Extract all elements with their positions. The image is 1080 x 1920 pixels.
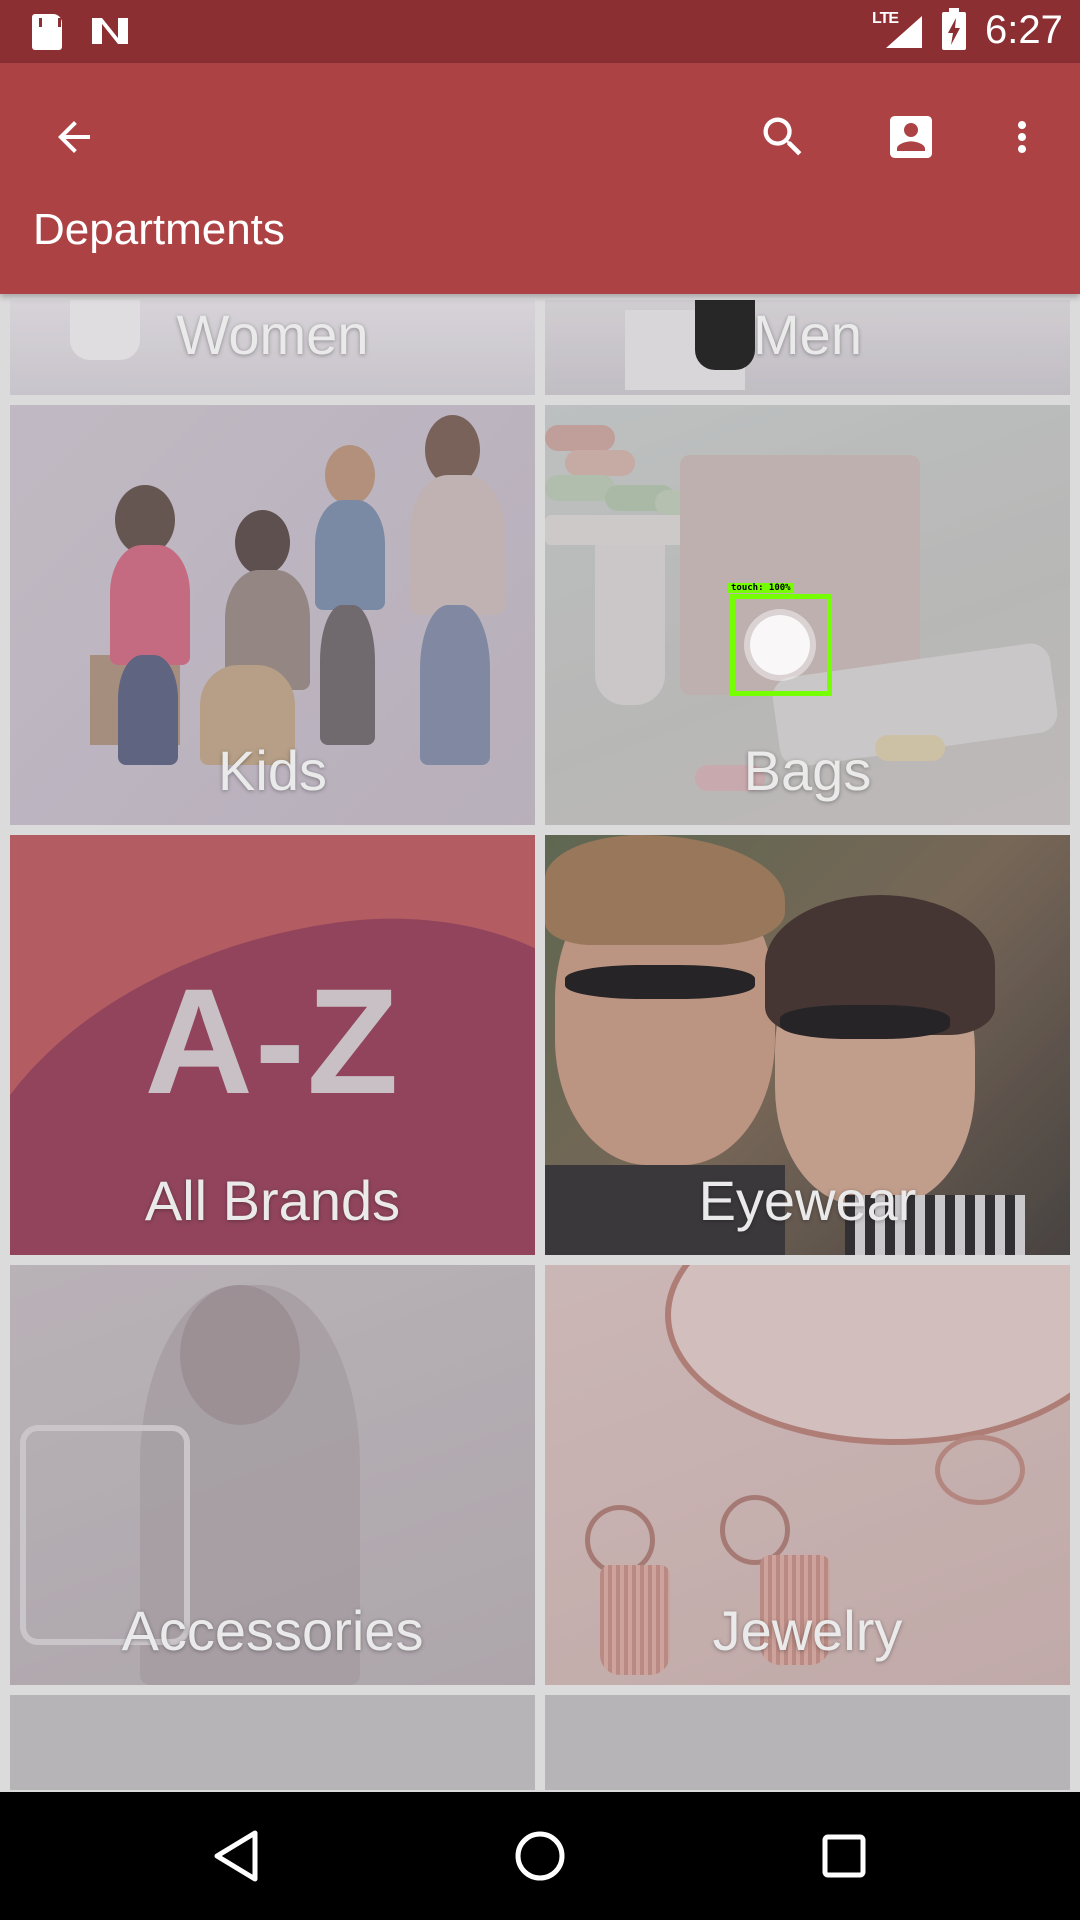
department-tile-next-left[interactable] — [10, 1695, 535, 1790]
department-tile-jewelry[interactable]: Jewelry — [545, 1265, 1070, 1685]
department-tile-women[interactable]: Women — [10, 300, 535, 395]
account-button[interactable] — [871, 97, 951, 177]
more-vert-icon — [1018, 121, 1026, 153]
nav-back-button[interactable] — [196, 1816, 276, 1896]
search-icon — [763, 117, 802, 156]
system-navigation-bar — [0, 1792, 1080, 1920]
touch-indicator-label: touch: 100% — [728, 583, 794, 593]
department-label: All Brands — [144, 1169, 401, 1232]
back-button[interactable] — [34, 97, 114, 177]
search-button[interactable] — [743, 97, 823, 177]
account-box-icon — [890, 116, 932, 158]
arrow-back-icon — [58, 121, 90, 153]
department-label: Bags — [743, 739, 872, 802]
department-label: Accessories — [121, 1599, 424, 1662]
touch-point — [750, 615, 810, 675]
triangle-back-icon — [214, 1830, 258, 1882]
page-title: Departments — [33, 205, 285, 254]
screen: LTE 6:27 Women Men Kids Bags A-Z All Bra… — [0, 0, 1080, 1920]
department-tile-all-brands[interactable]: A-Z All Brands — [10, 835, 535, 1255]
department-label: Eyewear — [698, 1169, 917, 1232]
nav-home-button[interactable] — [500, 1816, 580, 1896]
overflow-menu-button[interactable] — [982, 97, 1062, 177]
circle-home-icon — [515, 1831, 565, 1881]
department-tile-men[interactable]: Men — [545, 300, 1070, 395]
department-tile-eyewear[interactable]: Eyewear — [545, 835, 1070, 1255]
department-label: Women — [176, 303, 369, 366]
nav-recents-button[interactable] — [804, 1816, 884, 1896]
square-recents-icon — [822, 1834, 866, 1878]
department-label: Jewelry — [712, 1599, 903, 1662]
department-label: Kids — [218, 739, 327, 802]
department-tile-accessories[interactable]: Accessories — [10, 1265, 535, 1685]
department-tile-kids[interactable]: Kids — [10, 405, 535, 825]
app-bar: Departments — [0, 63, 1080, 294]
department-label: Men — [753, 303, 862, 366]
department-tile-next-right[interactable] — [545, 1695, 1070, 1790]
